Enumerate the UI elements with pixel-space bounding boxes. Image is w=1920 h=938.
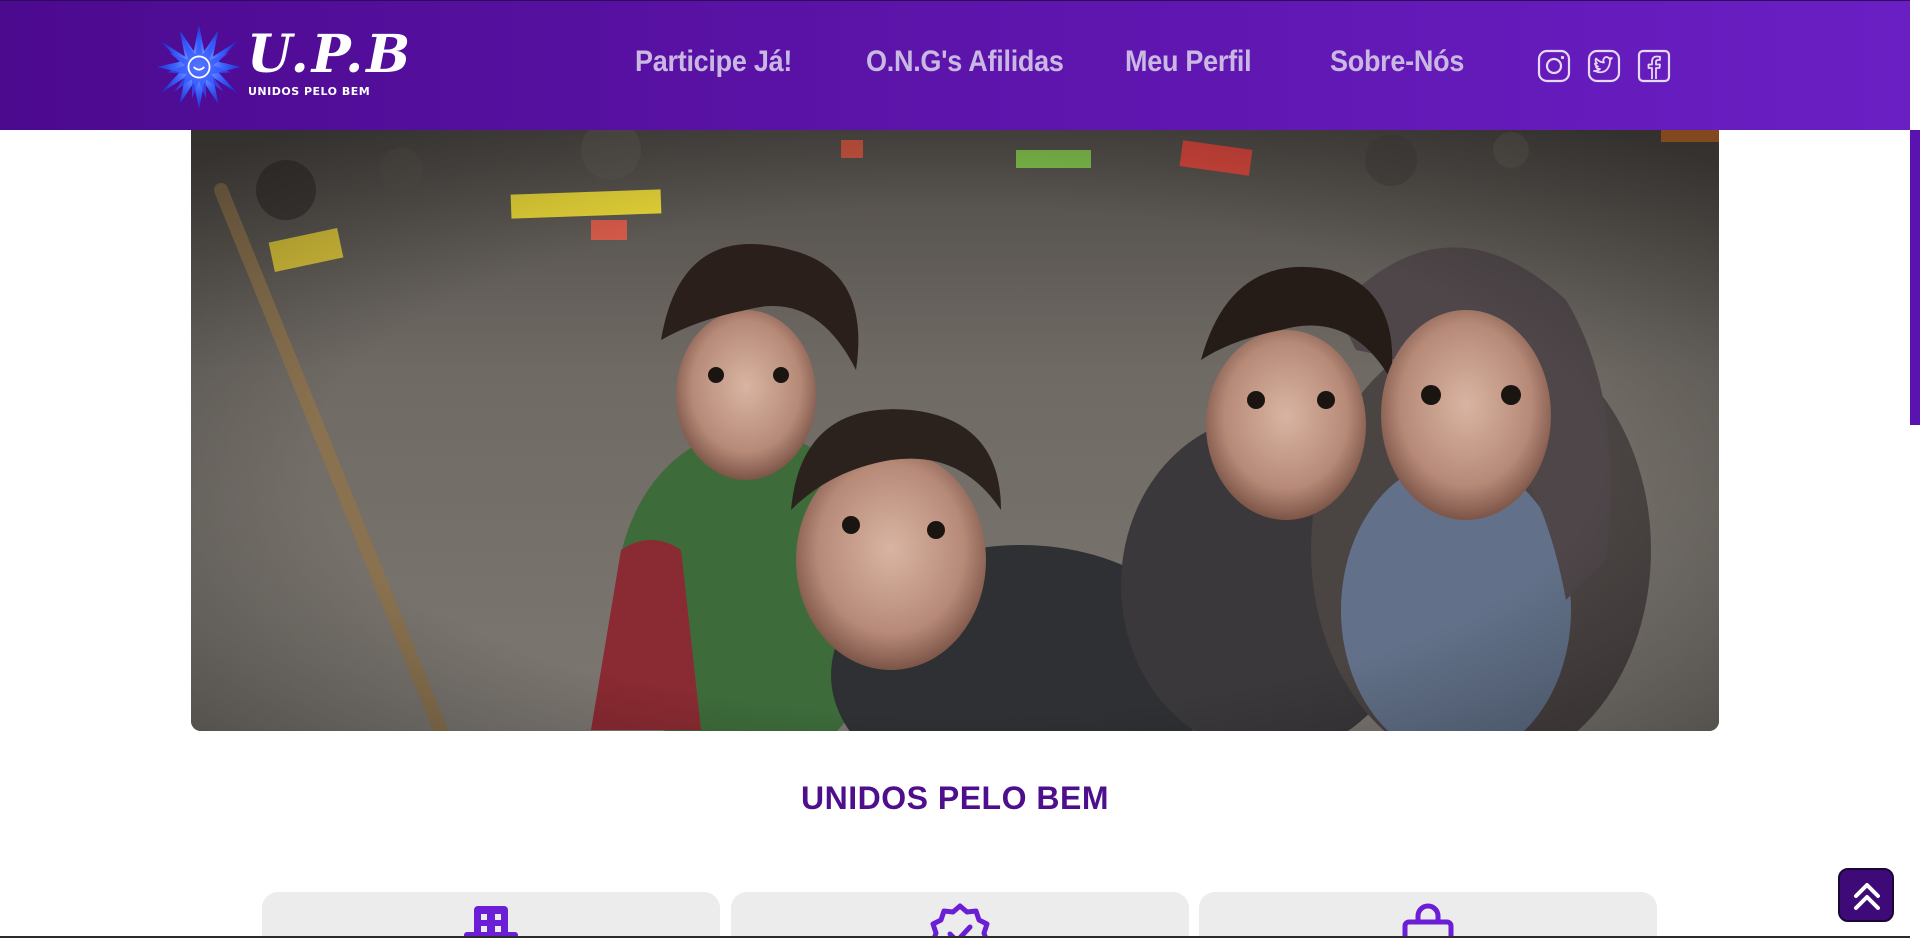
- card-verified[interactable]: [731, 892, 1189, 938]
- facebook-icon[interactable]: [1637, 49, 1671, 83]
- site-header: U.P.B UNIDOS PELO BEM Participe Já! O.N.…: [0, 0, 1910, 130]
- page: U.P.B UNIDOS PELO BEM Participe Já! O.N.…: [0, 0, 1920, 938]
- nav-sobre-nos[interactable]: Sobre-Nós: [1330, 45, 1464, 79]
- hero-image: [191, 130, 1719, 731]
- verified-badge-icon: [925, 902, 995, 938]
- instagram-icon[interactable]: [1537, 49, 1571, 83]
- star-burst-logo-icon: [156, 24, 242, 110]
- twitter-icon[interactable]: [1587, 49, 1621, 83]
- building-icon: [456, 902, 526, 938]
- nav-participe[interactable]: Participe Já!: [635, 45, 792, 79]
- logo[interactable]: U.P.B UNIDOS PELO BEM: [155, 21, 410, 111]
- shopping-bag-icon: [1393, 902, 1463, 938]
- scrollbar-thumb[interactable]: [1910, 130, 1920, 425]
- back-to-top-button[interactable]: [1838, 868, 1894, 922]
- card-shop[interactable]: [1199, 892, 1657, 938]
- logo-subtitle: UNIDOS PELO BEM: [248, 85, 371, 98]
- double-chevron-up-icon: [1854, 883, 1880, 910]
- nav-meu-perfil[interactable]: Meu Perfil: [1125, 45, 1252, 79]
- card-ongs[interactable]: [262, 892, 720, 938]
- nav-ongs-afiliadas[interactable]: O.N.G's Afilidas: [866, 45, 1064, 79]
- children-photo: [191, 130, 1719, 731]
- section-title: UNIDOS PELO BEM: [801, 780, 1109, 816]
- logo-title: U.P.B: [247, 24, 414, 85]
